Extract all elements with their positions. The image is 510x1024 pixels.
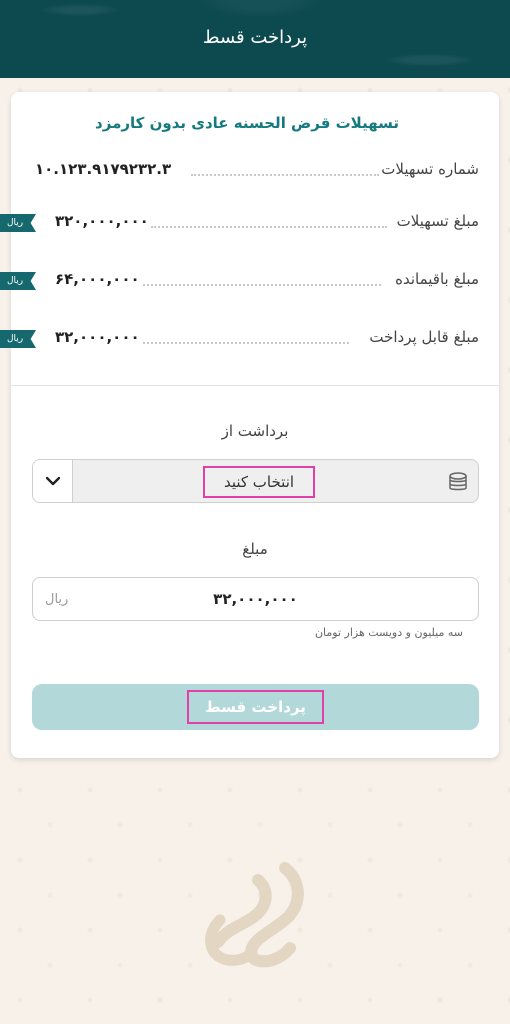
withdraw-source-select[interactable]: انتخاب کنید	[32, 459, 479, 503]
withdraw-label: برداشت از	[221, 422, 289, 440]
info-label: شماره تسهیلات	[381, 160, 479, 178]
dotted-leader	[143, 284, 381, 286]
dotted-leader	[143, 342, 349, 344]
installment-card: تسهیلات قرض الحسنه عادی بدون کارمزد شمار…	[0, 92, 499, 758]
pay-button-label[interactable]: پرداخت قسط	[187, 690, 324, 724]
currency-badge: ریال	[0, 272, 36, 290]
amount-input[interactable]: ۳۲,۰۰۰,۰۰۰ ریال	[32, 577, 479, 621]
info-row-remaining: مبلغ باقیمانده ۶۴,۰۰۰,۰۰۰ ریال	[0, 270, 499, 294]
info-value: ۳۲۰,۰۰۰,۰۰۰	[55, 212, 149, 230]
pay-installment-button[interactable]: پرداخت قسط	[32, 684, 479, 730]
bank-logo-watermark	[205, 862, 304, 968]
info-row-payable: مبلغ قابل پرداخت ۳۲,۰۰۰,۰۰۰ ریال	[0, 328, 499, 352]
dotted-leader	[191, 174, 379, 176]
info-row-loan-number: شماره تسهیلات ۱۰.۱۲۳.۹۱۷۹۲۳۲.۳	[11, 160, 499, 184]
app-header: پرداخت قسط	[0, 0, 510, 78]
currency-badge: ریال	[0, 330, 36, 348]
page-title: پرداخت قسط	[202, 26, 308, 48]
info-value: ۶۴,۰۰۰,۰۰۰	[55, 270, 140, 288]
section-divider	[11, 385, 499, 386]
info-value: ۱۰.۱۲۳.۹۱۷۹۲۳۲.۳	[35, 160, 172, 178]
amount-unit: ریال	[45, 592, 69, 607]
info-label: مبلغ قابل پرداخت	[369, 328, 479, 346]
info-value: ۳۲,۰۰۰,۰۰۰	[55, 328, 140, 346]
info-label: مبلغ تسهیلات	[396, 212, 479, 230]
currency-badge: ریال	[0, 214, 36, 232]
coins-icon	[447, 471, 469, 497]
chevron-down-icon[interactable]	[33, 460, 73, 502]
amount-value[interactable]: ۳۲,۰۰۰,۰۰۰	[33, 590, 478, 608]
amount-label: مبلغ	[242, 540, 268, 558]
amount-in-words: سه میلیون و دویست هزار تومان	[314, 626, 463, 639]
loan-title: تسهیلات قرض الحسنه عادی بدون کارمزد	[95, 114, 399, 132]
info-row-loan-amount: مبلغ تسهیلات ۳۲۰,۰۰۰,۰۰۰ ریال	[0, 212, 499, 236]
info-label: مبلغ باقیمانده	[395, 270, 479, 288]
dotted-leader	[151, 226, 387, 228]
select-placeholder[interactable]: انتخاب کنید	[203, 466, 315, 498]
